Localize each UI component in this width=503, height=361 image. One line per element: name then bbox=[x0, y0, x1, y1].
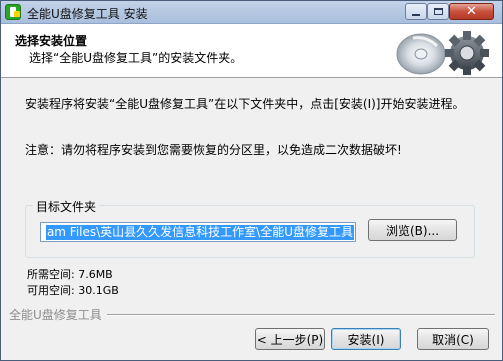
destination-path-input[interactable]: am Files\英山县久久发信息科技工作室\全能U盘修复工具 bbox=[40, 222, 356, 242]
install-notice: 注意：请勿将程序安装到您需要恢复的分区里，以免造成二次数据破坏! bbox=[25, 143, 402, 157]
usb-drive-icon bbox=[5, 4, 21, 20]
destination-path-value: am Files\英山县久久发信息科技工作室\全能U盘修复工具 bbox=[45, 225, 354, 240]
install-button[interactable]: 安装(I) bbox=[331, 328, 401, 350]
cancel-button[interactable]: 取消(C) bbox=[417, 328, 489, 350]
close-button[interactable]: ✕ bbox=[449, 3, 494, 20]
minimize-button[interactable] bbox=[405, 3, 427, 20]
header-panel: 选择安装位置 选择“全能U盘修复工具”的安装文件夹。 bbox=[1, 24, 502, 78]
page-title: 选择安装位置 bbox=[15, 34, 88, 48]
destination-group-label: 目标文件夹 bbox=[33, 198, 100, 215]
title-bar[interactable]: 全能U盘修复工具 安装 ✕ bbox=[1, 1, 502, 24]
page-subtitle: 选择“全能U盘修复工具”的安装文件夹。 bbox=[29, 51, 243, 65]
available-space: 可用空间: 30.1GB bbox=[27, 284, 119, 297]
disc-gear-icon bbox=[396, 31, 489, 75]
close-icon: ✕ bbox=[466, 4, 477, 19]
window-title: 全能U盘修复工具 安装 bbox=[27, 7, 148, 21]
required-space: 所需空间: 7.6MB bbox=[27, 268, 113, 281]
browse-button[interactable]: 浏览(B)... bbox=[368, 219, 457, 241]
back-button[interactable]: < 上一步(P) bbox=[255, 328, 325, 350]
installer-window: 全能U盘修复工具 安装 ✕ 选择安装位置 选择“全能U盘修复工具”的安装文件夹。 bbox=[0, 0, 503, 361]
footer-divider bbox=[107, 314, 495, 316]
footer-brand: 全能U盘修复工具 bbox=[9, 308, 102, 322]
maximize-button[interactable] bbox=[427, 3, 449, 20]
install-instruction: 安装程序将安装“全能U盘修复工具”在以下文件夹中，点击[安装(I)]开始安装进程… bbox=[25, 97, 465, 111]
maximize-icon bbox=[433, 8, 443, 15]
minimize-icon bbox=[412, 13, 420, 16]
